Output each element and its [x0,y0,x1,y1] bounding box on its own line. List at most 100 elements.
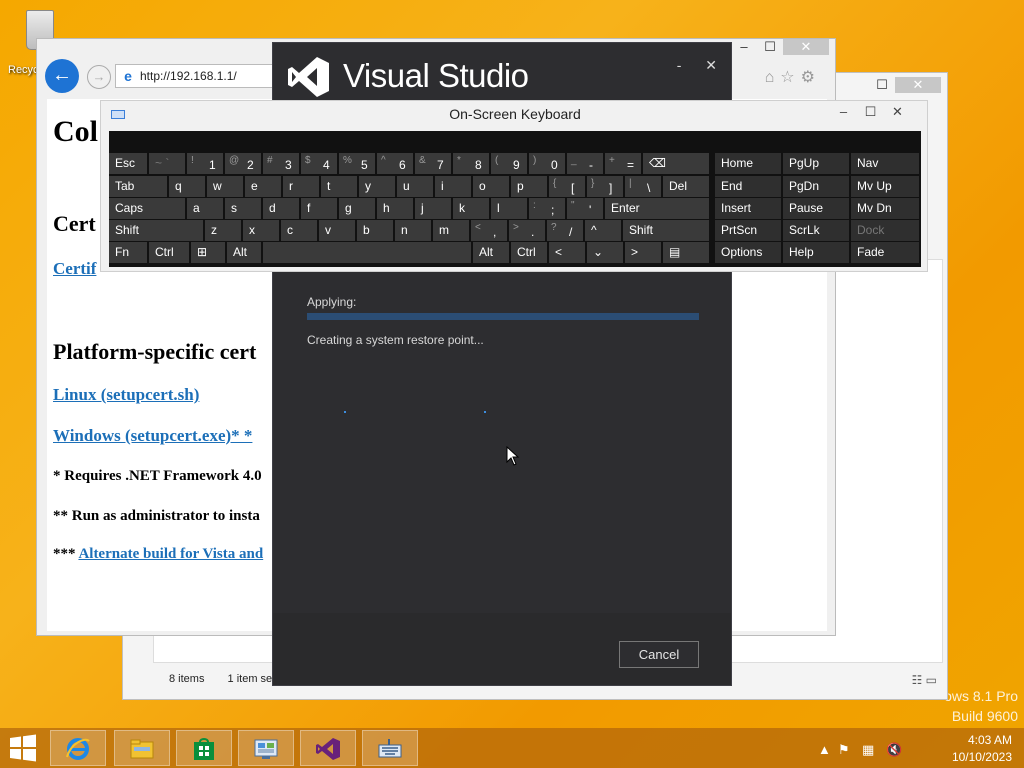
key-k[interactable]: k [453,198,489,219]
key-symbol[interactable]: _ - [567,153,603,174]
key-symbol[interactable]: :; [529,198,565,219]
key-z[interactable]: z [205,220,241,241]
close-button[interactable]: ✕ [705,57,717,73]
key-g[interactable]: g [339,198,375,219]
key-symbol[interactable]: ⌄ [587,242,623,263]
taskbar-clock[interactable]: 4:03 AM 10/10/2023 [952,732,1012,766]
key-4[interactable]: $4 [301,153,337,174]
key-y[interactable]: y [359,176,395,197]
key-fade[interactable]: Fade [851,242,919,263]
key-shift[interactable]: Shift [109,220,203,241]
close-button[interactable]: ✕ [783,39,829,55]
key-r[interactable]: r [283,176,319,197]
back-button[interactable]: ← [45,59,79,93]
windows-link[interactable]: Windows (setupcert.exe)* * [53,426,252,446]
key-6[interactable]: ^ 6 [377,153,413,174]
minimize-button[interactable]: - [677,57,682,73]
key-esc[interactable]: Esc [109,153,147,174]
key-symbol[interactable]: | \ [625,176,661,197]
key-tab[interactable]: Tab [109,176,167,197]
minimize-button[interactable]: ‒ [731,39,757,54]
close-button[interactable]: ✕ [884,104,911,120]
key-ctrl[interactable]: Ctrl [511,242,547,263]
taskbar-store[interactable] [176,730,232,766]
key-del[interactable]: Del [663,176,709,197]
key-insert[interactable]: Insert [715,198,781,219]
key-shift[interactable]: Shift [623,220,709,241]
key-space[interactable] [263,242,471,263]
action-center-flag-icon[interactable]: ⚑ [838,742,850,758]
key-symbol[interactable]: ~ ` [149,153,185,174]
key-8[interactable]: * 8 [453,153,489,174]
view-toggle-icons[interactable]: ☷ ▭ [912,673,937,687]
key-b[interactable]: b [357,220,393,241]
taskbar-file-explorer[interactable] [114,730,170,766]
start-button-windows-icon[interactable] [8,734,38,762]
key-t[interactable]: t [321,176,357,197]
key-i[interactable]: i [435,176,471,197]
key-o[interactable]: o [473,176,509,197]
key-scrlk[interactable]: ScrLk [783,220,849,241]
key-symbol[interactable]: ▤ [663,242,709,263]
show-hidden-icons-chevron-icon[interactable]: ▲ [818,742,831,757]
key-s[interactable]: s [225,198,261,219]
key-end[interactable]: End [715,176,781,197]
key-symbol[interactable]: <, [471,220,507,241]
key-u[interactable]: u [397,176,433,197]
network-icon[interactable]: ▦ [862,742,874,758]
key-mv-dn[interactable]: Mv Dn [851,198,919,219]
key-w[interactable]: w [207,176,243,197]
alternate-build-link[interactable]: Alternate build for Vista and [78,546,263,562]
key-home[interactable]: Home [715,153,781,174]
key-alt[interactable]: Alt [227,242,261,263]
forward-button[interactable]: → [87,65,111,89]
key-help[interactable]: Help [783,242,849,263]
key-symbol[interactable]: ⌫ [643,153,709,174]
key-alt[interactable]: Alt [473,242,509,263]
key-symbol[interactable]: >. [509,220,545,241]
key-symbol[interactable]: }] [587,176,623,197]
key-prtscn[interactable]: PrtScn [715,220,781,241]
close-button[interactable]: ✕ [895,77,941,93]
key-c[interactable]: c [281,220,317,241]
key-caps[interactable]: Caps [109,198,185,219]
key-pgdn[interactable]: PgDn [783,176,849,197]
key-5[interactable]: % 5 [339,153,375,174]
taskbar-internet-explorer[interactable] [50,730,106,766]
key-l[interactable]: l [491,198,527,219]
key-symbol[interactable]: + = [605,153,641,174]
volume-muted-icon[interactable]: 🔇 [886,742,902,758]
key-mv-up[interactable]: Mv Up [851,176,919,197]
taskbar-visual-studio[interactable] [300,730,356,766]
minimize-button[interactable]: ‒ [830,104,857,119]
key-m[interactable]: m [433,220,469,241]
key-a[interactable]: a [187,198,223,219]
ie-toolbar-icons[interactable]: ⌂☆⚙ [765,67,821,87]
key-1[interactable]: ! 1 [187,153,223,174]
key-7[interactable]: & 7 [415,153,451,174]
key-j[interactable]: j [415,198,451,219]
key-symbol[interactable]: ? / [547,220,583,241]
certificate-link[interactable]: Certif [53,259,96,279]
key-symbol[interactable]: " ' [567,198,603,219]
taskbar-on-screen-keyboard[interactable] [362,730,418,766]
key-nav[interactable]: Nav [851,153,919,174]
key-symbol[interactable]: ^ [585,220,621,241]
linux-link[interactable]: Linux (setupcert.sh) [53,385,199,405]
key-f[interactable]: f [301,198,337,219]
key-symbol[interactable]: > [625,242,661,263]
key-symbol[interactable]: ⊞ [191,242,225,263]
key-fn[interactable]: Fn [109,242,147,263]
key-x[interactable]: x [243,220,279,241]
maximize-button[interactable]: ☐ [869,77,895,93]
key-ctrl[interactable]: Ctrl [149,242,189,263]
key-pause[interactable]: Pause [783,198,849,219]
key-9[interactable]: (9 [491,153,527,174]
key-3[interactable]: #3 [263,153,299,174]
taskbar-control-panel[interactable] [238,730,294,766]
key-v[interactable]: v [319,220,355,241]
key-symbol[interactable]: < [549,242,585,263]
key-h[interactable]: h [377,198,413,219]
key-e[interactable]: e [245,176,281,197]
cancel-button[interactable]: Cancel [619,641,699,668]
